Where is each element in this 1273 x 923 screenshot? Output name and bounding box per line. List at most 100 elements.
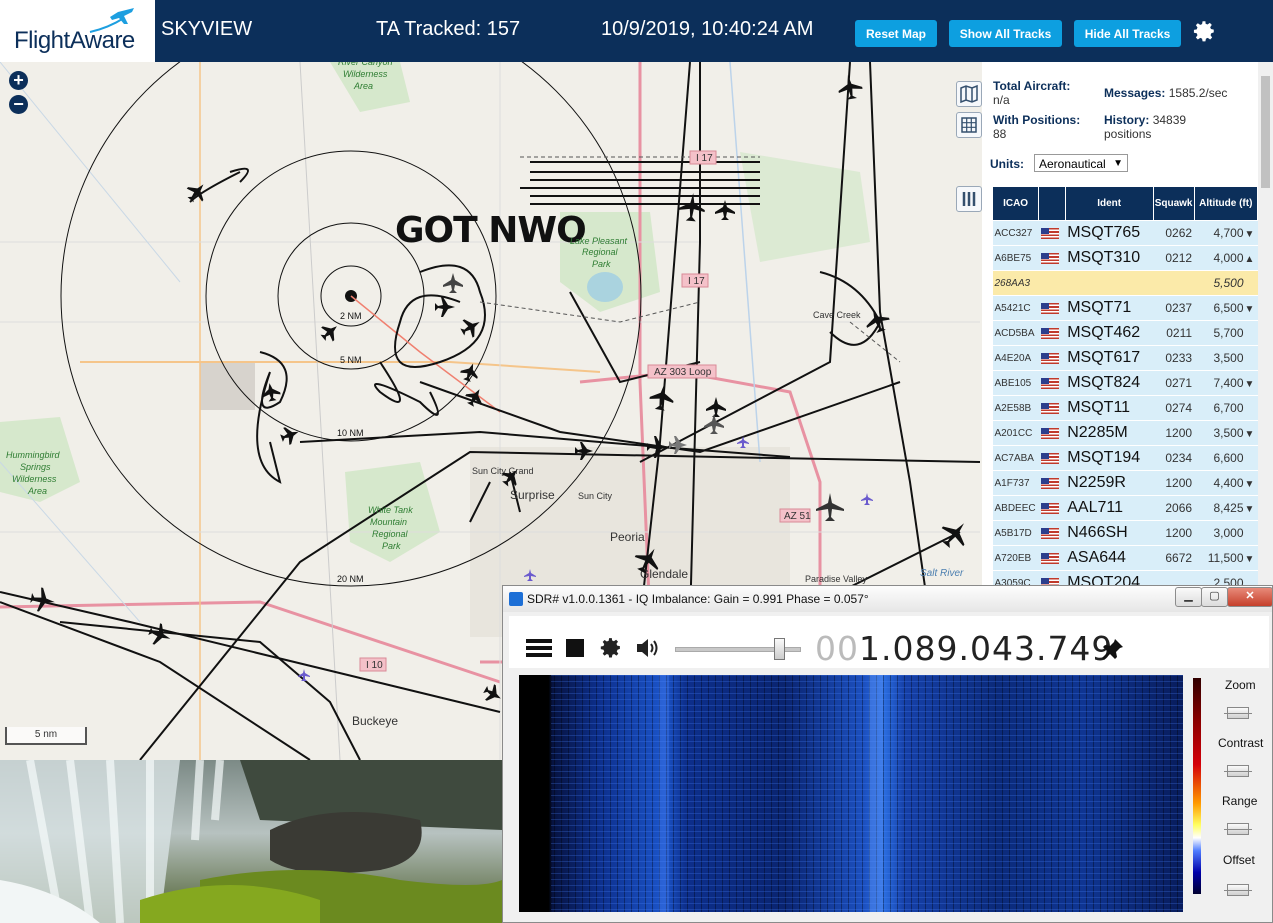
altitude-value: 6,700 (1213, 401, 1244, 415)
flightaware-logo[interactable]: FlightAware (0, 0, 155, 62)
maximize-button[interactable]: ▢ (1201, 587, 1228, 607)
total-aircraft-label: Total Aircraft: (993, 79, 1071, 93)
altitude-trend-icon: ▲ (1244, 254, 1255, 265)
svg-text:Surprise: Surprise (510, 488, 555, 502)
us-flag-icon (1040, 377, 1059, 389)
zoom-out-button[interactable]: − (9, 95, 28, 114)
range-slider[interactable] (1224, 823, 1252, 835)
table-row[interactable]: AC7ABA MSQT194 0234 6,600 (992, 445, 1258, 471)
frequency-leading-zeros: 00 (815, 629, 859, 668)
ring-label-2nm: 2 NM (340, 311, 362, 321)
table-row[interactable]: A2E58B MSQT11 0274 6,700 (992, 395, 1258, 421)
cell-ident: MSQT824 (1065, 370, 1154, 396)
altitude-value: 8,425 (1213, 501, 1244, 515)
panel-scrollbar[interactable] (1258, 62, 1273, 585)
svg-text:Glendale: Glendale (640, 567, 688, 581)
total-aircraft-stat: Total Aircraft: n/a (993, 79, 1070, 107)
volume-slider-thumb[interactable] (774, 638, 785, 660)
sdr-toolbar: 001.089.043.749 (509, 616, 1269, 668)
svg-text:Paradise Valley: Paradise Valley (805, 574, 867, 584)
settings-gear-icon[interactable] (598, 635, 623, 660)
volume-icon[interactable] (635, 636, 661, 660)
zoom-slider[interactable] (1224, 707, 1252, 719)
hide-all-tracks-button[interactable]: Hide All Tracks (1074, 20, 1181, 47)
col-altitude[interactable]: Altitude (ft) (1193, 186, 1258, 221)
contrast-slider[interactable] (1224, 765, 1252, 777)
col-ident[interactable]: Ident (1064, 186, 1154, 221)
table-row[interactable]: A5B17D N466SH 1200 3,000 (992, 520, 1258, 546)
cell-squawk: 0274 (1153, 395, 1195, 421)
messages-label: Messages: (1104, 86, 1166, 100)
cell-flag (1038, 495, 1066, 521)
cell-altitude: 4,000▲ (1194, 245, 1258, 271)
cell-icao: A4E20A (992, 345, 1039, 371)
offset-slider[interactable] (1224, 884, 1252, 896)
table-row[interactable]: A4E20A MSQT617 0233 3,500 (992, 345, 1258, 371)
stop-icon[interactable] (566, 639, 584, 657)
cell-altitude: 11,500▼ (1194, 545, 1258, 571)
ring-label-20nm: 20 NM (337, 574, 364, 584)
frequency-display[interactable]: 001.089.043.749 (815, 629, 1113, 668)
table-row[interactable]: A5421C MSQT71 0237 6,500▼ (992, 295, 1258, 321)
cell-flag (1038, 370, 1066, 396)
cell-flag (1038, 520, 1066, 546)
table-row[interactable]: ABE105 MSQT824 0271 7,400▼ (992, 370, 1258, 396)
waterfall-display[interactable] (519, 675, 1183, 912)
scrollbar-thumb[interactable] (1261, 76, 1270, 188)
altitude-value: 2,500 (1213, 576, 1244, 585)
table-row[interactable]: A201CC N2285M 1200 3,500▼ (992, 420, 1258, 446)
show-all-tracks-button[interactable]: Show All Tracks (949, 20, 1062, 47)
table-row[interactable]: A720EB ASA644 6672 11,500▼ (992, 545, 1258, 571)
sdr-titlebar[interactable]: SDR# v1.0.0.1361 - IQ Imbalance: Gain = … (503, 586, 1273, 612)
table-row[interactable]: ABDEEC AAL711 2066 8,425▼ (992, 495, 1258, 521)
gear-icon[interactable] (1191, 18, 1217, 44)
col-squawk[interactable]: Squawk (1152, 186, 1195, 221)
menu-icon[interactable] (526, 637, 552, 659)
svg-text:Area: Area (353, 81, 373, 91)
cell-altitude: 5,500 (1194, 270, 1258, 296)
altitude-trend-icon: ▼ (1244, 479, 1255, 490)
cell-flag (1038, 320, 1066, 346)
table-row[interactable]: A1F737 N2259R 1200 4,400▼ (992, 470, 1258, 496)
units-value: Aeronautical (1039, 157, 1106, 171)
table-row[interactable]: ACD5BA MSQT462 0211 5,700 (992, 320, 1258, 346)
table-row[interactable]: A3059C MSQT204 2,500 (992, 570, 1258, 585)
altitude-value: 3,500 (1213, 426, 1244, 440)
altitude-value: 7,400 (1213, 376, 1244, 390)
table-row[interactable]: A6BE75 MSQT310 0212 4,000▲ (992, 245, 1258, 271)
cell-flag (1038, 270, 1066, 296)
altitude-value: 11,500 (1207, 551, 1244, 565)
altitude-value: 4,400 (1213, 476, 1244, 490)
map-layers-icon[interactable] (956, 81, 982, 107)
cell-ident: MSQT11 (1065, 395, 1154, 421)
minimize-button[interactable]: ▁ (1175, 587, 1202, 607)
altitude-trend-icon: ▼ (1244, 504, 1255, 515)
us-flag-icon (1040, 327, 1059, 339)
pin-icon[interactable] (1101, 637, 1125, 661)
columns-toggle-icon[interactable] (956, 186, 982, 212)
cell-altitude: 3,000 (1194, 520, 1258, 546)
svg-text:AZ 303 Loop: AZ 303 Loop (654, 367, 712, 378)
units-select[interactable]: Aeronautical ▼ (1034, 154, 1128, 172)
history-stat: History: 34839 positions (1104, 113, 1186, 141)
svg-text:Cave Creek: Cave Creek (813, 310, 861, 320)
svg-text:Regional: Regional (582, 247, 619, 257)
messages-value: 1585.2/sec (1168, 86, 1228, 100)
cell-flag (1038, 570, 1066, 585)
table-row[interactable]: 268AA3 5,500 (992, 270, 1258, 296)
total-aircraft-value: n/a (993, 93, 1010, 107)
cell-ident (1065, 270, 1154, 296)
col-flag (1038, 186, 1066, 221)
zoom-in-button[interactable]: + (9, 71, 28, 90)
table-row[interactable]: ACC327 MSQT765 0262 4,700▼ (992, 220, 1258, 246)
color-scale (1193, 678, 1201, 894)
grid-icon[interactable] (956, 112, 982, 138)
cell-altitude: 4,700▼ (1194, 220, 1258, 246)
cell-ident: MSQT204 (1065, 570, 1154, 585)
svg-text:Buckeye: Buckeye (352, 714, 398, 728)
us-flag-icon (1040, 402, 1059, 414)
altitude-trend-icon: ▼ (1244, 229, 1255, 240)
close-button[interactable]: ✕ (1227, 587, 1273, 607)
col-icao[interactable]: ICAO (991, 186, 1040, 221)
reset-map-button[interactable]: Reset Map (855, 20, 937, 47)
